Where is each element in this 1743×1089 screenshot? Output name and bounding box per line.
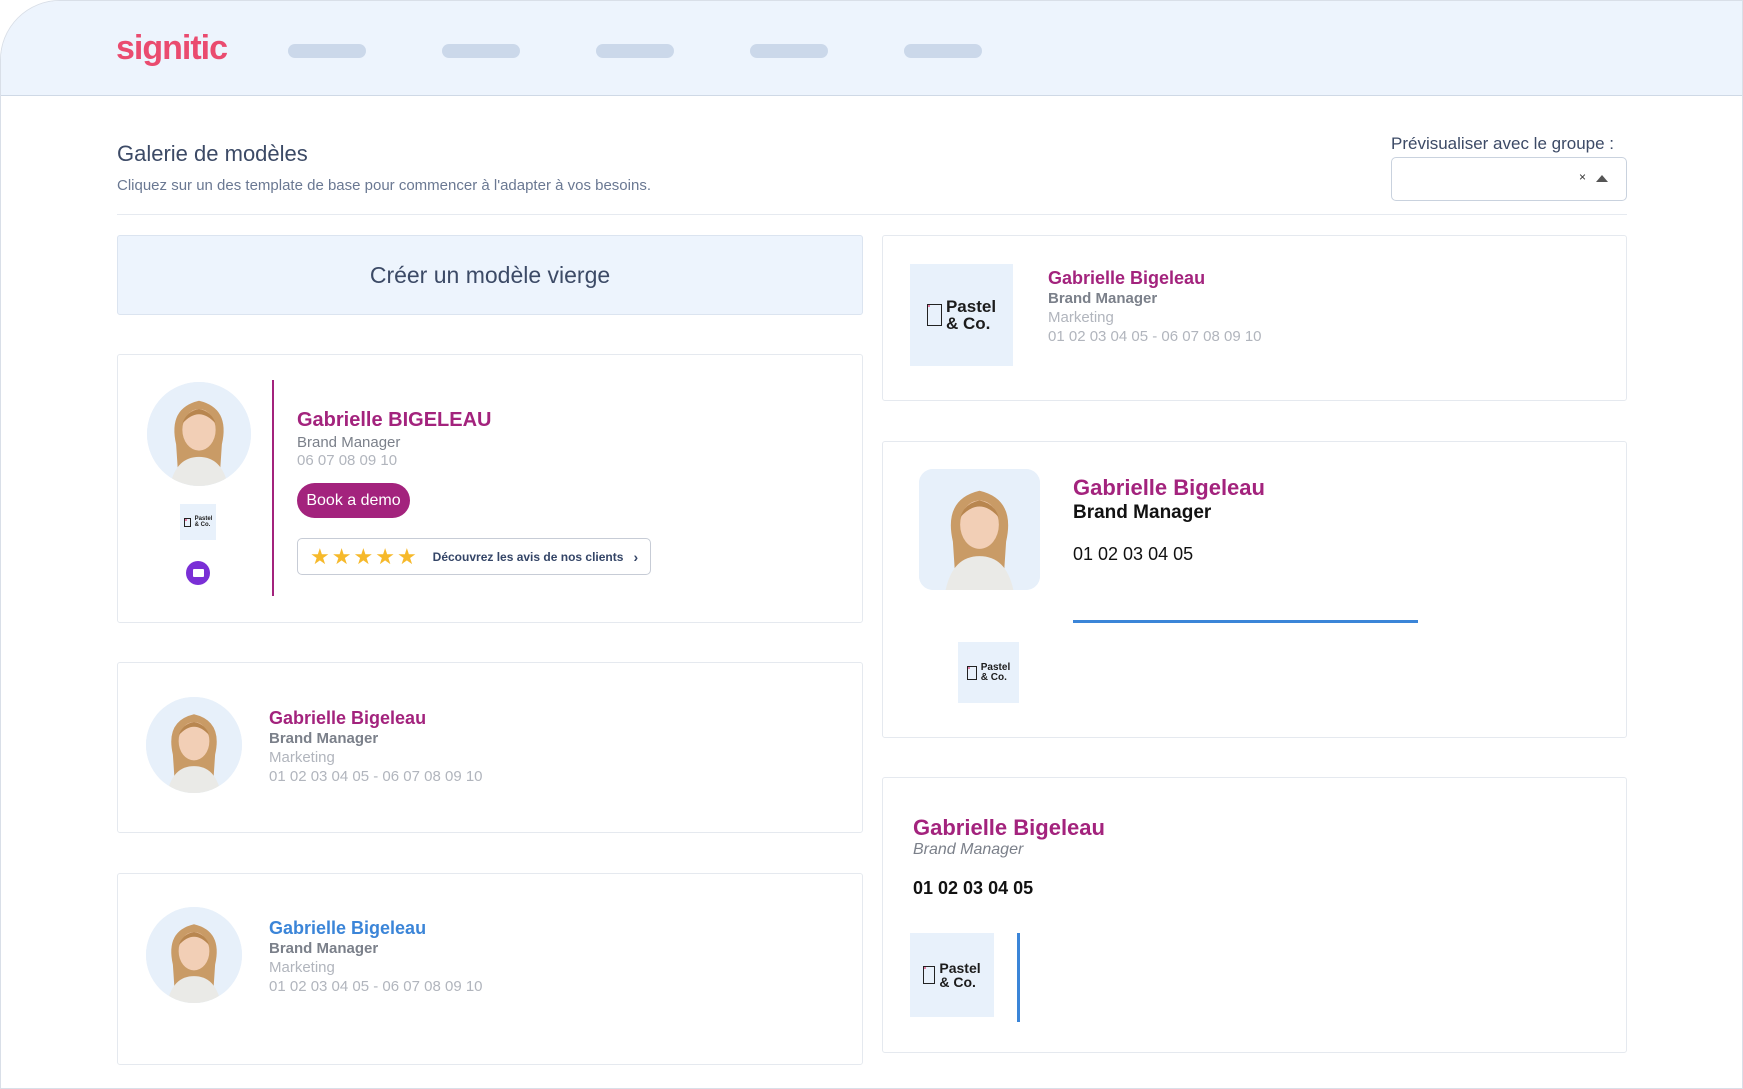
nav-item-1[interactable] — [288, 44, 366, 58]
clear-icon[interactable]: × — [1579, 170, 1586, 184]
signature-phones: 01 02 03 04 05 - 06 07 08 09 10 — [269, 768, 483, 785]
vcard-icon[interactable] — [186, 561, 210, 585]
reviews-banner[interactable]: ★ ★ ★ ★ ★ Découvrez les avis de nos clie… — [297, 538, 651, 575]
page-title: Galerie de modèles — [117, 141, 308, 166]
signature-name: Gabrielle BIGELEAU — [297, 409, 492, 431]
signature-title: Brand Manager — [913, 841, 1024, 858]
avatar — [146, 907, 242, 1003]
star-icon: ★ — [353, 543, 374, 569]
signature-name: Gabrielle Bigeleau — [1073, 475, 1265, 500]
signature-title: Brand Manager — [269, 940, 379, 957]
star-icon: ★ — [375, 543, 395, 569]
avatar — [147, 382, 251, 486]
signature-phone: 01 02 03 04 05 — [913, 878, 1034, 898]
person-photo-icon — [919, 469, 1040, 590]
signature-phone: 01 02 03 04 05 — [1073, 544, 1194, 564]
company-logo: Pastel & Co. — [958, 642, 1019, 703]
nav-item-5[interactable] — [904, 44, 982, 58]
app-window: signitic Galerie de modèles Cliquez sur … — [0, 0, 1743, 1089]
signature-name: Gabrielle Bigeleau — [913, 815, 1105, 840]
pastel-logo-icon — [926, 304, 942, 326]
signature-name: Gabrielle Bigeleau — [269, 918, 427, 938]
signature-department: Marketing — [269, 749, 335, 766]
signature-department: Marketing — [269, 959, 335, 976]
reviews-text: Découvrez les avis de nos clients — [432, 549, 624, 564]
signature-title: Brand Manager — [1048, 290, 1158, 307]
book-demo-button[interactable]: Book a demo — [297, 483, 410, 518]
template-card-2[interactable]: Pastel & Co. Gabrielle Bigeleau Brand Man… — [882, 235, 1627, 401]
avatar — [146, 697, 242, 793]
signature-phone: 06 07 08 09 10 — [297, 452, 398, 469]
person-photo-icon — [146, 697, 242, 793]
template-card-3[interactable]: Gabrielle Bigeleau Brand Manager Marketi… — [117, 662, 863, 833]
star-icon: ★ — [396, 543, 417, 569]
accent-divider — [272, 380, 274, 596]
template-card-5[interactable]: Gabrielle Bigeleau Brand Manager Marketi… — [117, 873, 863, 1065]
star-icon: ★ — [331, 543, 352, 569]
photo — [919, 469, 1040, 590]
chevron-right-icon: › — [633, 548, 639, 565]
top-navbar: signitic — [1, 1, 1742, 96]
company-logo: Pastel & Co. — [180, 504, 216, 540]
template-card-6[interactable]: Gabrielle Bigeleau Brand Manager 01 02 0… — [882, 777, 1627, 1053]
signature-title: Brand Manager — [269, 730, 379, 747]
signature-name: Gabrielle Bigeleau — [1048, 268, 1206, 288]
signature-phones: 01 02 03 04 05 - 06 07 08 09 10 — [269, 978, 483, 995]
group-select-label: Prévisualiser avec le groupe : — [1391, 134, 1615, 153]
divider — [117, 214, 1627, 215]
accent-divider — [1017, 933, 1020, 1022]
company-logo: Pastel & Co. — [910, 264, 1013, 366]
create-blank-template-button[interactable]: Créer un modèle vierge — [117, 235, 863, 315]
signature-department: Marketing — [1048, 309, 1114, 326]
person-photo-icon — [146, 907, 242, 1003]
nav-item-4[interactable] — [750, 44, 828, 58]
company-logo: Pastel & Co. — [910, 933, 994, 1017]
pastel-logo-icon — [966, 665, 977, 680]
template-card-4[interactable]: Pastel & Co. Gabrielle Bigeleau Brand Man… — [882, 441, 1627, 738]
page-subtitle: Cliquez sur un des template de base pour… — [117, 177, 651, 194]
signature-name: Gabrielle Bigeleau — [269, 708, 427, 728]
nav-item-2[interactable] — [442, 44, 520, 58]
signitic-logo[interactable]: signitic — [116, 29, 228, 68]
create-blank-template-label: Créer un modèle vierge — [369, 261, 611, 288]
star-icon: ★ — [310, 543, 330, 569]
signature-phones: 01 02 03 04 05 - 06 07 08 09 10 — [1048, 328, 1262, 345]
person-photo-icon — [147, 382, 251, 486]
chevron-up-icon[interactable] — [1596, 175, 1608, 182]
signature-title: Brand Manager — [1073, 502, 1212, 523]
pastel-logo-icon — [923, 966, 936, 984]
pastel-logo-icon — [183, 517, 191, 527]
accent-line — [1073, 620, 1418, 623]
group-select[interactable]: × — [1391, 157, 1627, 201]
template-card-1[interactable]: Pastel & Co. Gabrielle BIGELEAU Brand Man… — [117, 354, 863, 623]
signature-title: Brand Manager — [297, 434, 401, 451]
nav-item-3[interactable] — [596, 44, 674, 58]
